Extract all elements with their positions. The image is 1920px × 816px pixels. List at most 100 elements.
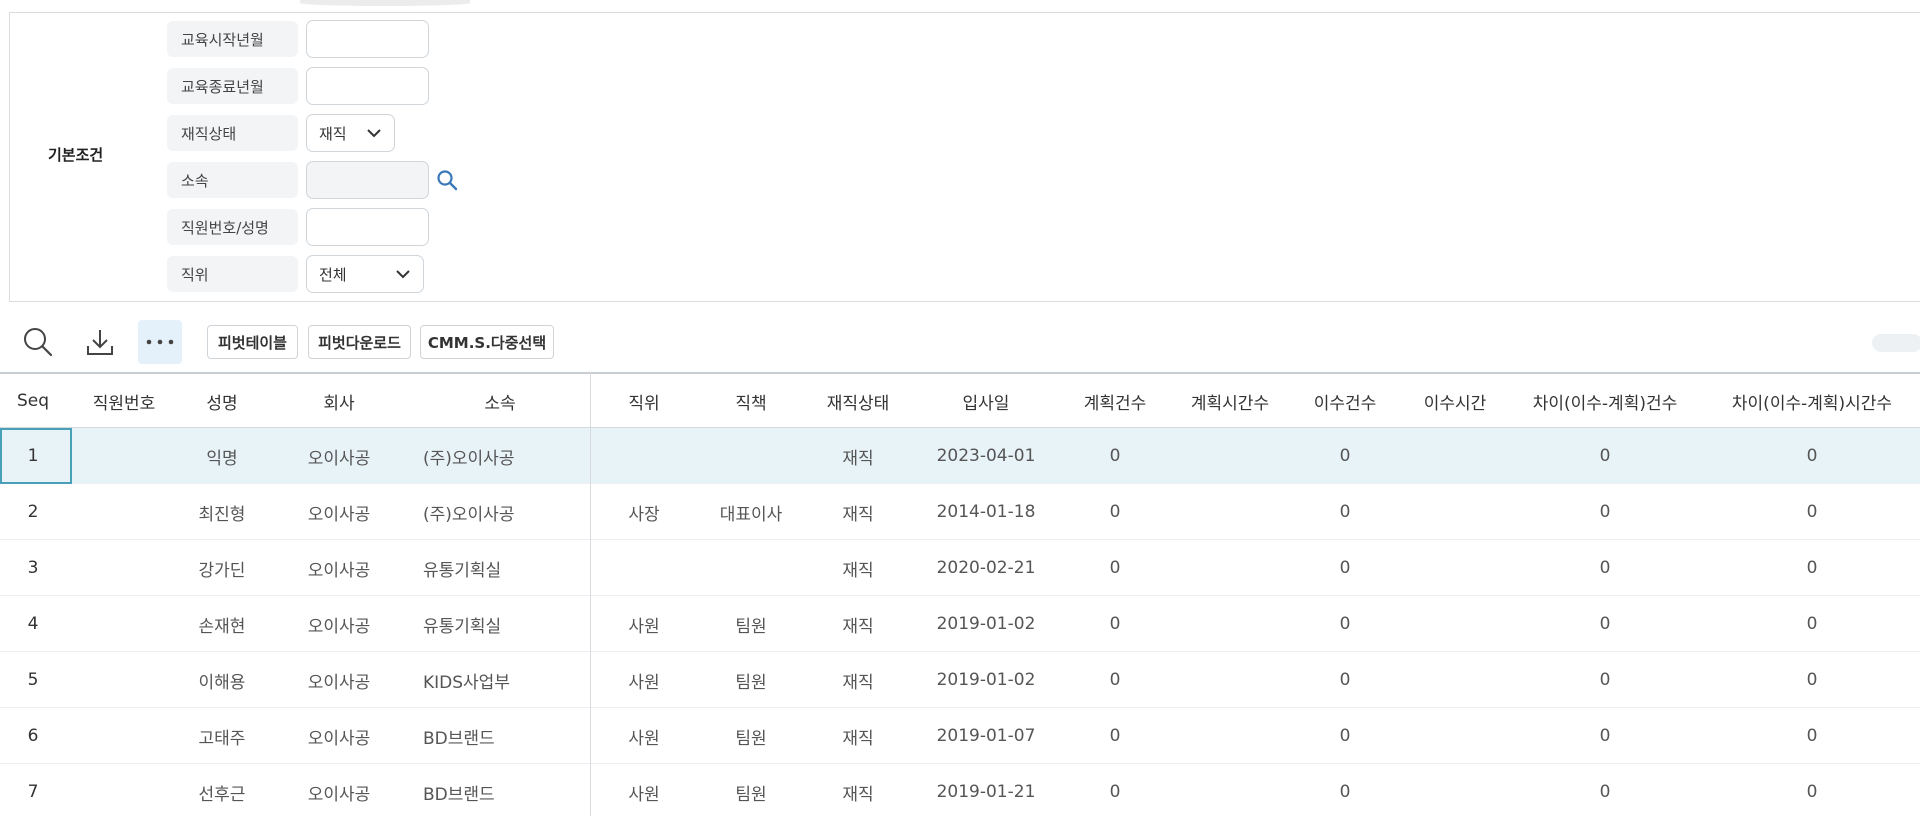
col-header-name[interactable]: 성명 <box>182 374 262 428</box>
cell-hire-date[interactable]: 2019-01-21 <box>916 764 1056 816</box>
cell-done-count[interactable]: 0 <box>1300 428 1390 484</box>
cell-emp-id[interactable] <box>76 764 172 816</box>
cell-department[interactable]: BD브랜드 <box>423 764 583 816</box>
col-header-emp-status[interactable]: 재직상태 <box>812 374 904 428</box>
cell-name[interactable]: 손재현 <box>182 596 262 652</box>
cell-company[interactable]: 오이사공 <box>298 652 380 708</box>
cell-seq[interactable]: 6 <box>0 708 66 764</box>
cell-done-hours[interactable] <box>1410 540 1500 596</box>
cell-duty[interactable] <box>705 540 797 596</box>
cell-name[interactable]: 이해용 <box>182 652 262 708</box>
cell-emp-status[interactable]: 재직 <box>812 652 904 708</box>
cell-diff-hours[interactable]: 0 <box>1712 596 1912 652</box>
cell-done-hours[interactable] <box>1410 428 1500 484</box>
cell-done-hours[interactable] <box>1410 764 1500 816</box>
cell-done-hours[interactable] <box>1410 708 1500 764</box>
cell-department[interactable]: (주)오이사공 <box>423 428 583 484</box>
pivot-download-button[interactable]: 피벗다운로드 <box>308 325 411 359</box>
col-header-done-count[interactable]: 이수건수 <box>1300 374 1390 428</box>
cell-plan-count[interactable]: 0 <box>1070 540 1160 596</box>
cell-department[interactable]: BD브랜드 <box>423 708 583 764</box>
cell-company[interactable]: 오이사공 <box>298 428 380 484</box>
cell-plan-hours[interactable] <box>1180 708 1280 764</box>
cell-done-hours[interactable] <box>1410 652 1500 708</box>
cell-duty[interactable]: 팀원 <box>705 652 797 708</box>
cell-diff-count[interactable]: 0 <box>1512 596 1698 652</box>
cell-diff-count[interactable]: 0 <box>1512 428 1698 484</box>
table-row[interactable]: 5 이해용 오이사공 KIDS사업부 사원 팀원 재직 2019-01-02 0 0 0 0 <box>0 652 1920 708</box>
cell-plan-count[interactable]: 0 <box>1070 484 1160 540</box>
cell-hire-date[interactable]: 2020-02-21 <box>916 540 1056 596</box>
cell-hire-date[interactable]: 2014-01-18 <box>916 484 1056 540</box>
cell-duty[interactable]: 대표이사 <box>705 484 797 540</box>
cell-emp-status[interactable]: 재직 <box>812 540 904 596</box>
col-header-emp-id[interactable]: 직원번호 <box>76 374 172 428</box>
cell-emp-id[interactable] <box>76 652 172 708</box>
cell-diff-hours[interactable]: 0 <box>1712 484 1912 540</box>
edu-end-input[interactable] <box>306 67 429 105</box>
cell-duty[interactable] <box>705 428 797 484</box>
col-header-duty[interactable]: 직책 <box>705 374 797 428</box>
cell-company[interactable]: 오이사공 <box>298 764 380 816</box>
cell-done-hours[interactable] <box>1410 484 1500 540</box>
more-button[interactable] <box>138 320 182 364</box>
cell-name[interactable]: 강가딘 <box>182 540 262 596</box>
department-input[interactable] <box>306 161 429 199</box>
cell-duty[interactable]: 팀원 <box>705 764 797 816</box>
cell-name[interactable]: 선후근 <box>182 764 262 816</box>
cell-emp-id[interactable] <box>76 708 172 764</box>
cell-diff-count[interactable]: 0 <box>1512 540 1698 596</box>
cell-emp-status[interactable]: 재직 <box>812 484 904 540</box>
cell-emp-status[interactable]: 재직 <box>812 428 904 484</box>
cell-name[interactable]: 최진형 <box>182 484 262 540</box>
cell-hire-date[interactable]: 2019-01-02 <box>916 652 1056 708</box>
cell-done-count[interactable]: 0 <box>1300 484 1390 540</box>
col-header-plan-count[interactable]: 계획건수 <box>1070 374 1160 428</box>
cell-done-hours[interactable] <box>1410 596 1500 652</box>
col-header-seq[interactable]: Seq <box>0 374 66 428</box>
cell-company[interactable]: 오이사공 <box>298 540 380 596</box>
cell-emp-status[interactable]: 재직 <box>812 708 904 764</box>
cell-emp-id[interactable] <box>76 596 172 652</box>
cell-position[interactable]: 사원 <box>600 596 688 652</box>
cell-seq[interactable]: 3 <box>0 540 66 596</box>
col-header-hire-date[interactable]: 입사일 <box>916 374 1056 428</box>
table-row[interactable]: 6 고태주 오이사공 BD브랜드 사원 팀원 재직 2019-01-07 0 0 0 0 <box>0 708 1920 764</box>
cell-hire-date[interactable]: 2019-01-02 <box>916 596 1056 652</box>
pivot-table-button[interactable]: 피벗테이블 <box>207 325 298 359</box>
col-header-diff-hours[interactable]: 차이(이수-계획)시간수 <box>1712 374 1912 428</box>
table-row[interactable]: 3 강가딘 오이사공 유통기획실 재직 2020-02-21 0 0 0 0 <box>0 540 1920 596</box>
cell-emp-status[interactable]: 재직 <box>812 596 904 652</box>
cell-position[interactable] <box>600 540 688 596</box>
cell-hire-date[interactable]: 2023-04-01 <box>916 428 1056 484</box>
cell-done-count[interactable]: 0 <box>1300 652 1390 708</box>
cell-plan-hours[interactable] <box>1180 652 1280 708</box>
cell-department[interactable]: 유통기획실 <box>423 596 583 652</box>
cell-position[interactable]: 사장 <box>600 484 688 540</box>
cell-name[interactable]: 고태주 <box>182 708 262 764</box>
table-row[interactable]: 7 선후근 오이사공 BD브랜드 사원 팀원 재직 2019-01-21 0 0 0 0 <box>0 764 1920 816</box>
cell-seq[interactable]: 5 <box>0 652 66 708</box>
cell-plan-hours[interactable] <box>1180 540 1280 596</box>
emp-status-select[interactable]: 재직 <box>306 114 395 152</box>
cell-diff-count[interactable]: 0 <box>1512 708 1698 764</box>
download-button[interactable] <box>78 320 122 364</box>
table-row[interactable]: 2 최진형 오이사공 (주)오이사공 사장 대표이사 재직 2014-01-18 0 0 0 0 <box>0 484 1920 540</box>
cell-name[interactable]: 익명 <box>182 428 262 484</box>
col-header-done-hours[interactable]: 이수시간 <box>1410 374 1500 428</box>
cell-done-count[interactable]: 0 <box>1300 540 1390 596</box>
cell-plan-hours[interactable] <box>1180 484 1280 540</box>
table-row[interactable]: 1 익명 오이사공 (주)오이사공 재직 2023-04-01 0 0 0 0 <box>0 428 1920 484</box>
col-header-department[interactable]: 소속 <box>420 374 580 428</box>
department-search-button[interactable] <box>433 166 461 194</box>
cell-position[interactable]: 사원 <box>600 708 688 764</box>
emp-id-name-input[interactable] <box>306 208 429 246</box>
search-button[interactable] <box>16 320 60 364</box>
col-header-company[interactable]: 회사 <box>298 374 380 428</box>
cell-hire-date[interactable]: 2019-01-07 <box>916 708 1056 764</box>
col-header-plan-hours[interactable]: 계획시간수 <box>1180 374 1280 428</box>
cell-plan-count[interactable]: 0 <box>1070 764 1160 816</box>
cell-diff-hours[interactable]: 0 <box>1712 652 1912 708</box>
edu-start-input[interactable] <box>306 20 429 58</box>
cell-plan-count[interactable]: 0 <box>1070 428 1160 484</box>
